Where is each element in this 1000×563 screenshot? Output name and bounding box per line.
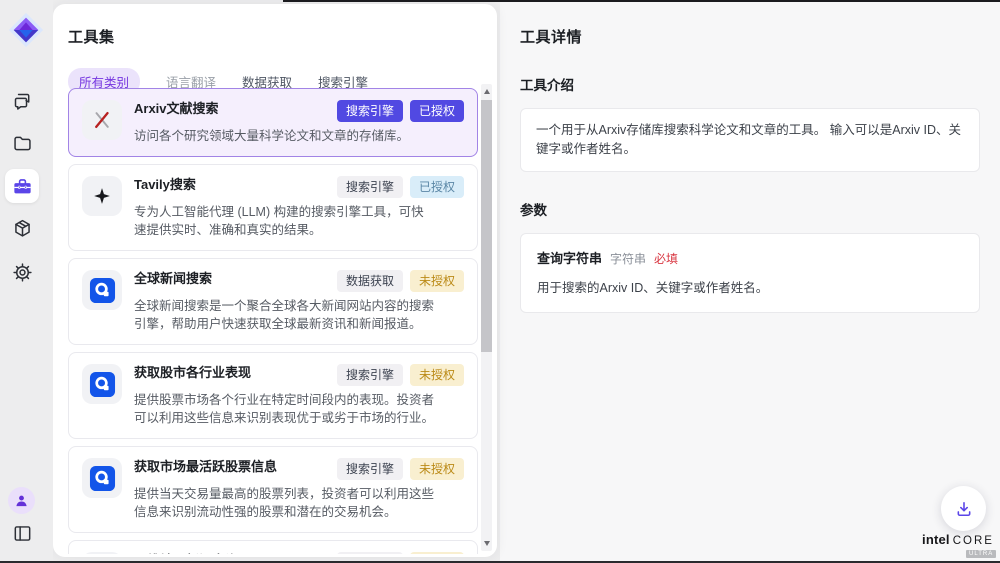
- auth-badge: 未授权: [410, 364, 464, 386]
- param-required-badge: 必填: [654, 250, 678, 267]
- param-box: 查询字符串 字符串 必填 用于搜索的Arxiv ID、关键字或作者姓名。: [520, 233, 980, 313]
- auth-badge: 已授权: [410, 176, 464, 198]
- package-icon[interactable]: [7, 213, 37, 243]
- user-avatar-icon[interactable]: [8, 487, 35, 514]
- news-search-icon: [82, 270, 122, 310]
- scroll-up-icon[interactable]: [484, 89, 490, 94]
- params-heading: 参数: [520, 199, 980, 219]
- newspaper-icon: [82, 552, 122, 554]
- settings-gear-icon[interactable]: [7, 257, 37, 287]
- page-title: 工具集: [68, 26, 497, 47]
- tool-name: 全球新闻搜索: [134, 270, 212, 287]
- tool-name: Tavily搜索: [134, 176, 196, 193]
- param-name: 查询字符串: [537, 248, 602, 267]
- category-badge: 搜索引擎: [337, 176, 403, 198]
- intro-heading: 工具介绍: [520, 74, 980, 94]
- category-badge: 搜索引擎: [337, 458, 403, 480]
- intro-text: 一个用于从Arxiv存储库搜索科学论文和文章的工具。 输入可以是Arxiv ID…: [536, 121, 964, 159]
- tool-list: Arxiv文献搜索 搜索引擎 已授权 访问各个研究领域大量科学论文和文章的存储库…: [68, 88, 478, 554]
- tavily-star-icon: [82, 176, 122, 216]
- scroll-down-icon[interactable]: [484, 541, 490, 546]
- auth-badge: 未授权: [410, 552, 464, 554]
- auth-badge: 未授权: [410, 458, 464, 480]
- tool-description: 访问各个研究领域大量科学论文和文章的存储库。: [134, 127, 434, 145]
- arxiv-logo-icon: [82, 100, 122, 140]
- tool-card[interactable]: 万维地区新闻查询 搜索引擎 未授权 查询具体行政区划内的新闻，快速了解各地新闻动: [68, 540, 478, 554]
- scrollbar[interactable]: [481, 84, 492, 551]
- category-badge: 数据获取: [337, 270, 403, 292]
- download-icon: [954, 499, 974, 519]
- tool-card[interactable]: 获取市场最活跃股票信息 搜索引擎 未授权 提供当天交易量最高的股票列表，投资者可…: [68, 446, 478, 533]
- param-description: 用于搜索的Arxiv ID、关键字或作者姓名。: [537, 277, 963, 296]
- tool-description: 提供股票市场各个行业在特定时间段内的表现。投资者可以利用这些信息来识别表现优于或…: [134, 391, 434, 427]
- tool-description: 提供当天交易量最高的股票列表，投资者可以利用这些信息来识别流动性强的股票和潜在的…: [134, 485, 434, 521]
- window-top-edge: [283, 0, 1000, 2]
- category-badge: 搜索引擎: [337, 552, 403, 554]
- folder-icon[interactable]: [7, 128, 37, 158]
- tool-name: 获取股市各行业表现: [134, 364, 251, 381]
- category-badge: 搜索引擎: [337, 364, 403, 386]
- intro-box: 一个用于从Arxiv存储库搜索科学论文和文章的工具。 输入可以是Arxiv ID…: [520, 108, 980, 172]
- news-search-icon: [82, 458, 122, 498]
- panel-toggle-icon[interactable]: [7, 518, 37, 548]
- tool-card[interactable]: Tavily搜索 搜索引擎 已授权 专为人工智能代理 (LLM) 构建的搜索引擎…: [68, 164, 478, 251]
- app-logo-icon[interactable]: [7, 11, 45, 49]
- tool-name: 万维地区新闻查询: [134, 552, 238, 554]
- auth-badge: 未授权: [410, 270, 464, 292]
- detail-title: 工具详情: [520, 26, 980, 47]
- param-type: 字符串: [610, 250, 646, 267]
- tool-detail-panel: 工具详情 工具介绍 一个用于从Arxiv存储库搜索科学论文和文章的工具。 输入可…: [500, 0, 1000, 563]
- icon-rail: [0, 0, 53, 563]
- auth-badge: 已授权: [410, 100, 464, 122]
- tool-list-panel: 工具集 所有类别语言翻译数据获取搜索引擎 Arxiv文献搜索 搜索引擎 已授权 …: [53, 4, 497, 557]
- tool-description: 专为人工智能代理 (LLM) 构建的搜索引擎工具，可快速提供实时、准确和真实的结…: [134, 203, 434, 239]
- tool-name: 获取市场最活跃股票信息: [134, 458, 277, 475]
- toolbox-icon[interactable]: [5, 169, 39, 203]
- ultra-badge: ultra: [966, 550, 996, 558]
- news-search-icon: [82, 364, 122, 404]
- category-badge: 搜索引擎: [337, 100, 403, 122]
- tool-card[interactable]: 全球新闻搜索 数据获取 未授权 全球新闻搜索是一个聚合全球各大新闻网站内容的搜索…: [68, 258, 478, 345]
- scrollbar-thumb[interactable]: [481, 100, 492, 352]
- intel-core-logo: intelcore ultra: [922, 531, 994, 558]
- tool-card[interactable]: Arxiv文献搜索 搜索引擎 已授权 访问各个研究领域大量科学论文和文章的存储库…: [68, 88, 478, 157]
- download-button[interactable]: [941, 486, 986, 531]
- tool-description: 全球新闻搜索是一个聚合全球各大新闻网站内容的搜索引擎，帮助用户快速获取全球最新资…: [134, 297, 434, 333]
- chat-icon[interactable]: [7, 86, 37, 116]
- tool-name: Arxiv文献搜索: [134, 100, 219, 117]
- tool-card[interactable]: 获取股市各行业表现 搜索引擎 未授权 提供股票市场各个行业在特定时间段内的表现。…: [68, 352, 478, 439]
